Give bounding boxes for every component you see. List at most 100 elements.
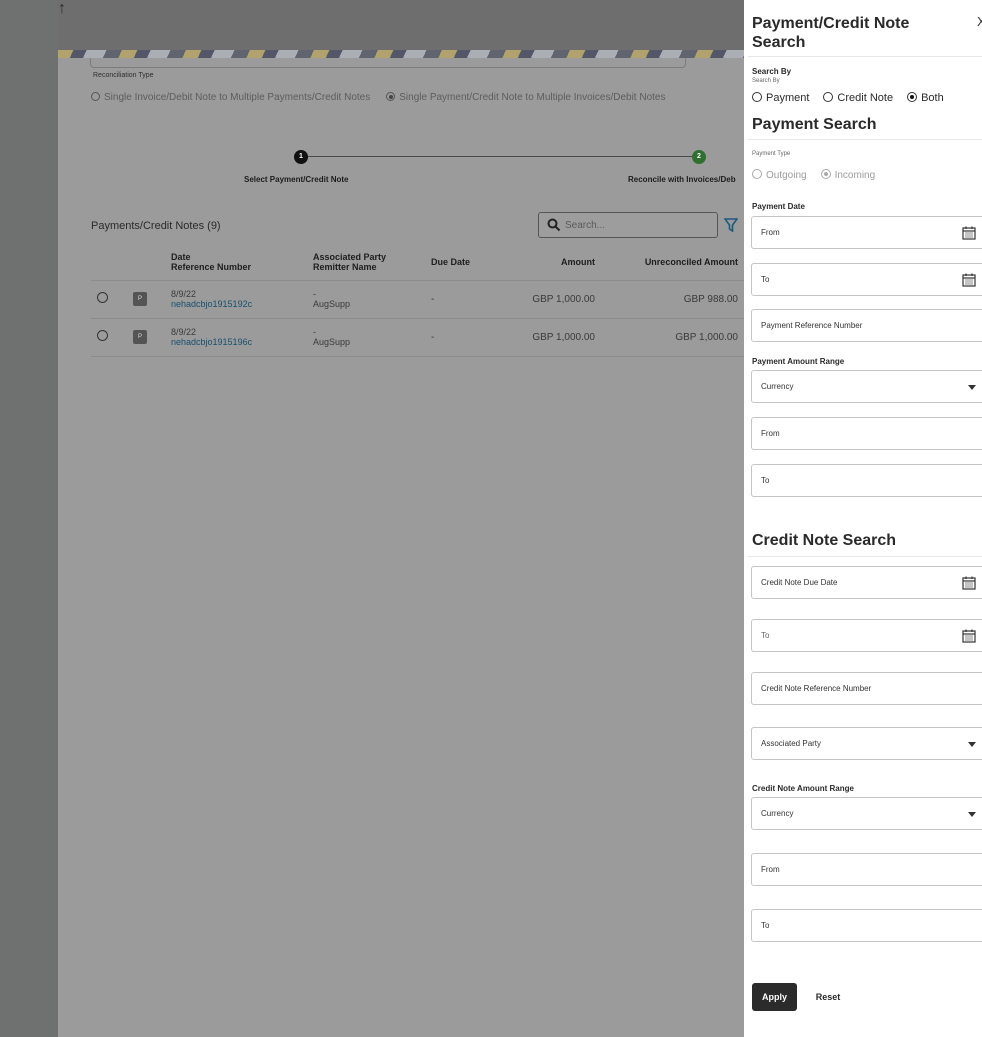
- row-select-cell: [91, 279, 127, 318]
- step-1-indicator: 1: [294, 150, 308, 164]
- row-party-remitter-cell: - AugSupp: [307, 317, 425, 357]
- field-placeholder: From: [761, 429, 780, 438]
- search-drawer: Payment/Credit Note Search X Search By S…: [744, 0, 982, 1037]
- chevron-down-icon: [968, 385, 976, 390]
- credit-note-due-date-field[interactable]: Credit Note Due Date: [751, 566, 982, 599]
- field-placeholder: To: [761, 631, 770, 640]
- payment-amount-from-field[interactable]: From: [751, 417, 982, 450]
- row-date: 8/9/22: [171, 327, 197, 337]
- filter-icon[interactable]: [724, 218, 738, 232]
- row-date-reference-cell: 8/9/22 nehadcbjo1915192c: [165, 279, 307, 318]
- field-placeholder: Associated Party: [761, 739, 822, 748]
- radio-icon: [823, 92, 834, 102]
- row-select-cell: [91, 317, 127, 357]
- search-by-label: Search By: [752, 67, 792, 76]
- chevron-down-icon: [968, 742, 976, 747]
- party-remitter-header: Associated Party Remitter Name: [313, 251, 387, 272]
- radio-selected-icon: [907, 92, 918, 102]
- calendar-icon[interactable]: [962, 576, 976, 590]
- reconciliation-option-invoice-to-payments[interactable]: Single Invoice/Debit Note to Multiple Pa…: [91, 92, 370, 103]
- credit-note-reference-field[interactable]: Credit Note Reference Number: [751, 672, 982, 705]
- scroll-to-top-icon[interactable]: ↑: [58, 0, 66, 17]
- payment-type-incoming-radio[interactable]: Incoming: [820, 169, 875, 181]
- search-by-payment-radio[interactable]: Payment: [752, 92, 809, 104]
- payment-amount-to-field[interactable]: To: [751, 464, 982, 497]
- credit-note-amount-to-field[interactable]: To: [751, 909, 982, 942]
- close-icon[interactable]: X: [977, 14, 982, 29]
- main-content: Reconciliation Type Single Invoice/Debit…: [58, 58, 744, 1037]
- radio-icon: [91, 92, 100, 101]
- payment-amount-range-label: Payment Amount Range: [752, 357, 845, 366]
- date-reference-header: Date Reference Number: [171, 251, 252, 272]
- payment-type-options: Outgoing Incoming: [752, 169, 875, 181]
- step-2-indicator: 2: [692, 150, 706, 164]
- radio-selected-icon: [820, 169, 831, 179]
- field-placeholder: To: [761, 275, 770, 284]
- divider: [748, 556, 982, 557]
- calendar-icon[interactable]: [962, 273, 976, 287]
- field-placeholder: To: [761, 921, 770, 930]
- unreconciled-amount-header: Unreconciled Amount: [644, 256, 738, 267]
- row-remitter: AugSupp: [313, 337, 351, 347]
- calendar-icon[interactable]: [962, 226, 976, 240]
- calendar-icon[interactable]: [962, 629, 976, 643]
- credit-note-due-to-field[interactable]: To: [751, 619, 982, 652]
- row-select-radio[interactable]: [97, 292, 108, 303]
- search-by-options: Payment Credit Note Both: [752, 92, 944, 104]
- divider: [748, 139, 982, 140]
- divider: [748, 56, 982, 57]
- payment-date-to-field[interactable]: To: [751, 263, 982, 296]
- reconciliation-option-payment-to-invoices[interactable]: Single Payment/Credit Note to Multiple I…: [386, 92, 666, 103]
- reconciliation-type-options: Single Invoice/Debit Note to Multiple Pa…: [91, 92, 666, 103]
- credit-note-currency-select[interactable]: Currency: [751, 797, 982, 830]
- apply-button[interactable]: Apply: [752, 983, 797, 1011]
- row-unreconciled-amount: GBP 1,000.00: [601, 317, 744, 357]
- due-date-header: Due Date: [431, 256, 471, 267]
- field-placeholder: Payment Reference Number: [761, 321, 863, 330]
- payment-type-label: Payment Type: [752, 151, 791, 157]
- row-type-cell: P: [127, 279, 165, 318]
- row-select-radio[interactable]: [97, 330, 108, 341]
- row-date: 8/9/22: [171, 289, 197, 299]
- step-1-label: Select Payment/Credit Note: [244, 175, 349, 184]
- row-date-reference-cell: 8/9/22 nehadcbjo1915196c: [165, 317, 307, 357]
- search-input[interactable]: [565, 217, 705, 233]
- radio-icon: [752, 92, 762, 102]
- list-title: Payments/Credit Notes (9): [91, 220, 221, 232]
- field-placeholder: Currency: [761, 809, 794, 818]
- search-box[interactable]: [538, 212, 718, 238]
- row-type-cell: P: [127, 317, 165, 357]
- row-due-date: -: [425, 279, 505, 318]
- payment-currency-select[interactable]: Currency: [751, 370, 982, 403]
- associated-party-select[interactable]: Associated Party: [751, 727, 982, 760]
- table-row[interactable]: P 8/9/22 nehadcbjo1915192c - AugSupp - G…: [91, 279, 744, 318]
- row-amount: GBP 1,000.00: [505, 317, 601, 357]
- search-icon: [547, 218, 561, 232]
- table-row[interactable]: P 8/9/22 nehadcbjo1915196c - AugSupp - G…: [91, 317, 744, 357]
- select-column-header: [91, 244, 127, 280]
- drawer-title: Payment/Credit Note Search: [752, 15, 910, 51]
- search-by-sublabel: Search By: [752, 78, 780, 84]
- reset-button[interactable]: Reset: [808, 983, 848, 1011]
- row-reference-link[interactable]: nehadcbjo1915192c: [171, 299, 301, 309]
- payment-date-from-field[interactable]: From: [751, 216, 982, 249]
- search-by-credit-note-radio[interactable]: Credit Note: [823, 92, 893, 104]
- radio-icon: [752, 169, 762, 179]
- row-due-date: -: [425, 317, 505, 357]
- payment-reference-field[interactable]: Payment Reference Number: [751, 309, 982, 342]
- search-by-both-radio[interactable]: Both: [907, 92, 944, 104]
- amount-header: Amount: [561, 256, 595, 267]
- left-gutter: [0, 0, 58, 1037]
- field-placeholder: Currency: [761, 382, 794, 391]
- credit-note-search-title: Credit Note Search: [752, 532, 897, 549]
- radio-selected-icon: [386, 92, 396, 101]
- row-party-remitter-cell: - AugSupp: [307, 279, 425, 318]
- step-2-label: Reconcile with Invoices/Deb: [628, 175, 736, 184]
- payment-type-badge: P: [133, 330, 147, 344]
- row-unreconciled-amount: GBP 988.00: [601, 279, 744, 318]
- row-party: -: [313, 327, 316, 337]
- payment-type-outgoing-radio[interactable]: Outgoing: [752, 169, 807, 181]
- row-amount: GBP 1,000.00: [505, 279, 601, 318]
- row-reference-link[interactable]: nehadcbjo1915196c: [171, 337, 301, 347]
- credit-note-amount-from-field[interactable]: From: [751, 853, 982, 886]
